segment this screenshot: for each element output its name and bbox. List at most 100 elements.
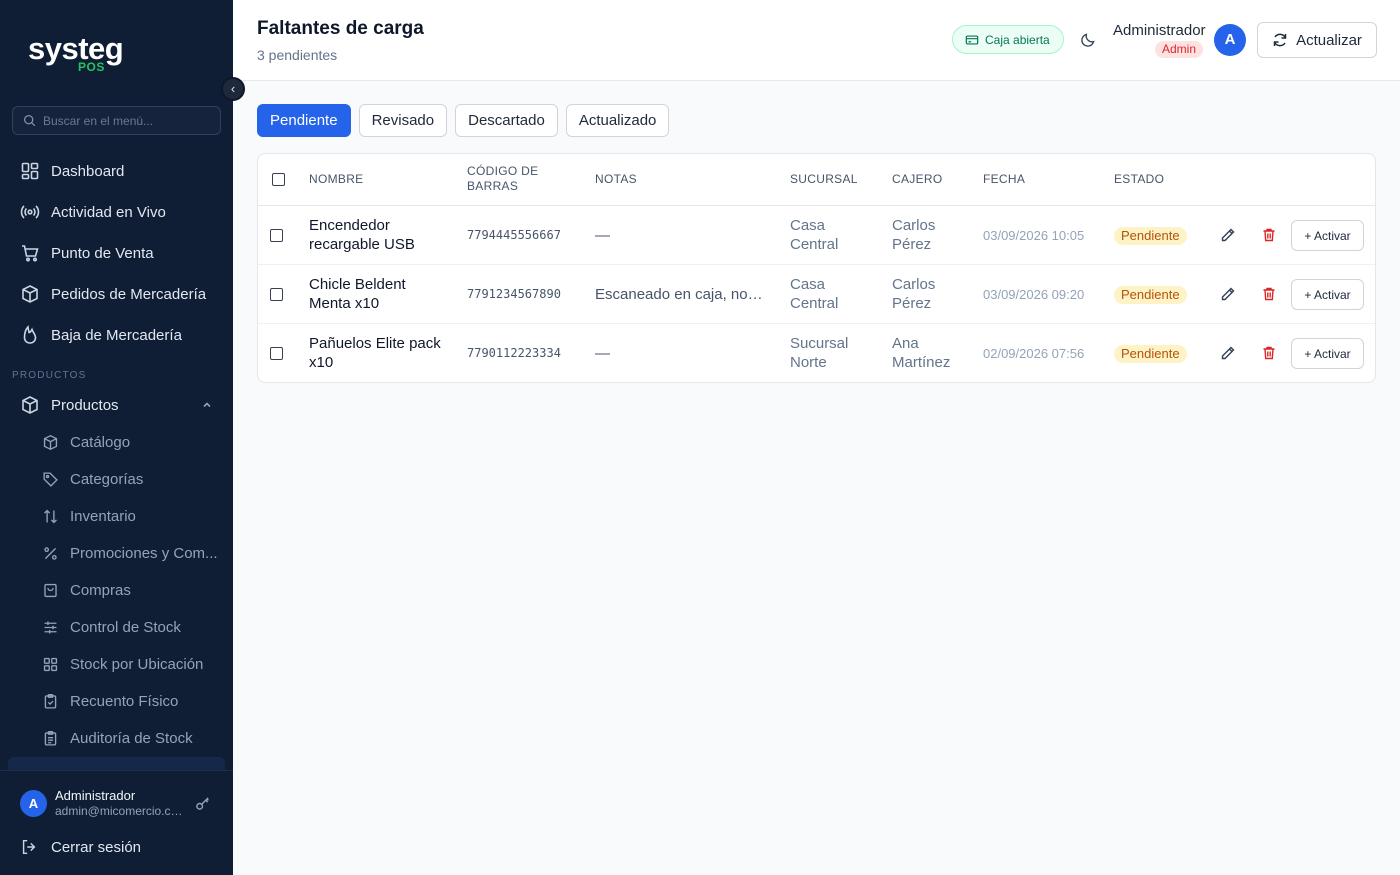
sidebar-item-label: Actividad en Vivo [51, 203, 166, 221]
row-checkbox[interactable] [270, 229, 283, 242]
sidebar-item-label: Punto de Venta [51, 244, 154, 262]
activate-button[interactable]: + Activar [1291, 220, 1364, 251]
search-icon [23, 114, 36, 127]
grid-icon [43, 657, 58, 671]
brand-sub: POS [78, 60, 105, 74]
sidebar-item-categorias[interactable]: Categorías [8, 461, 225, 497]
broadcast-icon [20, 205, 40, 219]
package-icon [22, 285, 38, 303]
col-branch[interactable]: SUCURSAL [790, 172, 858, 187]
sidebar-group-productos[interactable]: Productos [8, 387, 225, 423]
moon-icon[interactable] [1080, 31, 1097, 48]
item-barcode: 7794445556667 [467, 228, 561, 242]
pencil-icon[interactable] [1220, 345, 1236, 361]
brand-logo[interactable]: systeg POS [28, 30, 128, 74]
status-badge: Pendiente [1114, 345, 1187, 363]
logout-icon [22, 839, 36, 855]
status-tabs: Pendiente Revisado Descartado Actualizad… [257, 104, 677, 137]
sidebar-item-punto-venta[interactable]: Punto de Venta [8, 235, 225, 271]
sidebar-item-label: Control de Stock [70, 618, 181, 636]
sidebar-item-label: Categorías [70, 470, 144, 488]
admin-name: Administrador [1113, 22, 1206, 39]
search-input[interactable] [43, 112, 213, 130]
flame-icon [23, 325, 37, 344]
sidebar-item-actividad[interactable]: Actividad en Vivo [8, 194, 225, 230]
section-label-productos: PRODUCTOS [12, 370, 87, 381]
avatar[interactable]: A [20, 790, 47, 817]
col-name[interactable]: NOMBRE [309, 172, 363, 187]
chevron-left-icon: ‹ [230, 81, 236, 96]
col-status[interactable]: ESTADO [1114, 172, 1164, 187]
sidebar-item-catalogo[interactable]: Catálogo [8, 424, 225, 460]
sidebar: systeg POS Dashboard Actividad en Vivo P… [0, 0, 233, 875]
sidebar-item-baja[interactable]: Baja de Mercadería [8, 317, 225, 353]
sidebar-item-promociones[interactable]: Promociones y Com... [8, 535, 225, 571]
item-name: Pañuelos Elite pack x10 [309, 335, 441, 371]
user-email: admin@micomercio.com [55, 804, 183, 818]
page-subtitle: 3 pendientes [257, 47, 338, 63]
user-name: Administrador [55, 788, 136, 803]
sidebar-item-label: Dashboard [51, 162, 125, 180]
page-title: Faltantes de carga [257, 18, 424, 39]
item-cashier: Carlos Pérez [892, 276, 936, 312]
sidebar-collapse-button[interactable]: ‹ [221, 77, 245, 101]
sidebar-item-compras[interactable]: Compras [8, 572, 225, 608]
credit-card-icon [965, 34, 979, 45]
table-row: Pañuelos Elite pack x10 7790112223334 — … [258, 324, 1375, 382]
activate-button[interactable]: + Activar [1291, 279, 1364, 310]
select-all-checkbox[interactable] [272, 173, 285, 186]
refresh-button[interactable]: Actualizar [1257, 22, 1377, 58]
item-date: 02/09/2026 07:56 [983, 346, 1085, 361]
box-icon [22, 396, 38, 414]
sidebar-user-panel: A Administrador admin@micomercio.com Cer… [0, 770, 233, 875]
status-badge: Pendiente [1114, 286, 1187, 304]
sidebar-item-pedidos[interactable]: Pedidos de Mercadería [8, 276, 225, 312]
item-cashier: Carlos Pérez [892, 217, 936, 253]
clipboard-icon [44, 693, 57, 709]
sidebar-item-label: Baja de Mercadería [51, 326, 182, 344]
sidebar-item-stock-ubicacion[interactable]: Stock por Ubicación [8, 646, 225, 682]
sidebar-item-active-partial[interactable] [8, 757, 225, 771]
trash-icon[interactable] [1261, 227, 1277, 243]
sliders-icon [44, 621, 57, 633]
tab-pendiente[interactable]: Pendiente [257, 104, 351, 137]
key-icon[interactable] [195, 796, 210, 811]
sidebar-item-auditoria[interactable]: Auditoría de Stock [8, 720, 225, 756]
sidebar-item-control-stock[interactable]: Control de Stock [8, 609, 225, 645]
col-barcode[interactable]: CÓDIGO DE BARRAS [467, 164, 557, 194]
col-notes: NOTAS [595, 172, 637, 186]
missing-items-table: NOMBRE CÓDIGO DE BARRAS NOTAS SUCURSAL C… [257, 153, 1376, 383]
tab-actualizado[interactable]: Actualizado [565, 104, 670, 137]
sidebar-item-label: Compras [70, 581, 131, 599]
tab-descartado[interactable]: Descartado [455, 104, 558, 137]
sidebar-item-recuento[interactable]: Recuento Físico [8, 683, 225, 719]
logout-button[interactable]: Cerrar sesión [20, 838, 141, 856]
pencil-icon[interactable] [1220, 227, 1236, 243]
item-branch: Sucursal Norte [790, 335, 849, 371]
activate-button[interactable]: + Activar [1291, 338, 1364, 369]
col-cashier[interactable]: CAJERO [892, 172, 942, 187]
table-row: Encendedor recargable USB 7794445556667 … [258, 206, 1375, 265]
pencil-icon[interactable] [1220, 286, 1236, 302]
item-name: Encendedor recargable USB [309, 217, 415, 253]
avatar[interactable]: A [1214, 24, 1246, 56]
col-date[interactable]: FECHA [983, 172, 1025, 187]
row-checkbox[interactable] [270, 288, 283, 301]
table-row: Chicle Beldent Menta x10 7791234567890 E… [258, 265, 1375, 324]
sidebar-item-label: Stock por Ubicación [70, 655, 204, 673]
sidebar-item-dashboard[interactable]: Dashboard [8, 153, 225, 189]
arrows-icon [44, 509, 57, 523]
row-checkbox[interactable] [270, 347, 283, 360]
cash-register-status[interactable]: Caja abierta [952, 25, 1064, 54]
sidebar-item-label: Recuento Físico [70, 692, 179, 710]
trash-icon[interactable] [1261, 286, 1277, 302]
item-branch: Casa Central [790, 217, 839, 253]
sidebar-search[interactable] [12, 106, 221, 135]
status-badge: Pendiente [1114, 227, 1187, 245]
tab-revisado[interactable]: Revisado [358, 104, 448, 137]
trash-icon[interactable] [1261, 345, 1277, 361]
cart-icon [22, 245, 39, 262]
sidebar-item-inventario[interactable]: Inventario [8, 498, 225, 534]
percent-icon [44, 546, 57, 560]
item-cashier: Ana Martínez [892, 335, 951, 371]
